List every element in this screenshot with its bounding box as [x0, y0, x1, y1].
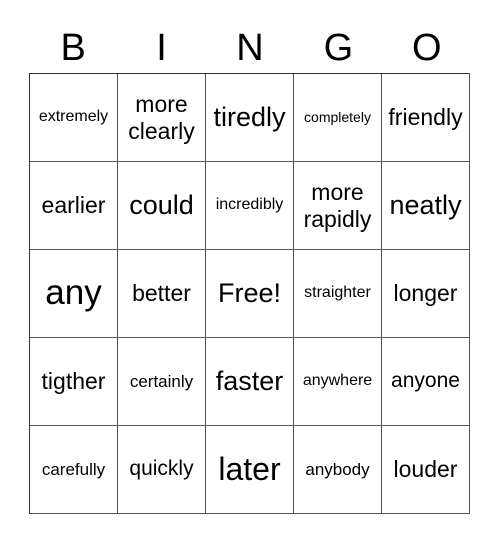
bingo-cell[interactable]: carefully	[30, 426, 118, 514]
bingo-cell[interactable]: straighter	[294, 250, 382, 338]
bingo-cell[interactable]: more rapidly	[294, 162, 382, 250]
bingo-cell[interactable]: later	[206, 426, 294, 514]
bingo-header: B I N G O	[29, 24, 471, 72]
bingo-cell[interactable]: anybody	[294, 426, 382, 514]
bingo-cell[interactable]: tiredly	[206, 74, 294, 162]
free-space[interactable]: Free!	[206, 250, 294, 338]
bingo-cell[interactable]: faster	[206, 338, 294, 426]
bingo-cell[interactable]: earlier	[30, 162, 118, 250]
bingo-cell[interactable]: friendly	[382, 74, 470, 162]
bingo-cell[interactable]: longer	[382, 250, 470, 338]
bingo-cell[interactable]: quickly	[118, 426, 206, 514]
header-letter-n: N	[236, 27, 264, 69]
bingo-cell[interactable]: any	[30, 250, 118, 338]
bingo-cell[interactable]: completely	[294, 74, 382, 162]
bingo-cell[interactable]: tigther	[30, 338, 118, 426]
header-letter-i: I	[156, 27, 167, 69]
header-letter-g: G	[323, 27, 354, 69]
bingo-cell[interactable]: certainly	[118, 338, 206, 426]
bingo-cell[interactable]: incredibly	[206, 162, 294, 250]
bingo-cell[interactable]: anyone	[382, 338, 470, 426]
bingo-board: extremely more clearly tiredly completel…	[29, 73, 470, 514]
header-letter-b: B	[60, 27, 86, 69]
bingo-cell[interactable]: extremely	[30, 74, 118, 162]
bingo-cell[interactable]: louder	[382, 426, 470, 514]
bingo-cell[interactable]: could	[118, 162, 206, 250]
bingo-cell[interactable]: neatly	[382, 162, 470, 250]
header-letter-o: O	[411, 27, 442, 69]
bingo-cell[interactable]: anywhere	[294, 338, 382, 426]
bingo-cell[interactable]: more clearly	[118, 74, 206, 162]
bingo-cell[interactable]: better	[118, 250, 206, 338]
